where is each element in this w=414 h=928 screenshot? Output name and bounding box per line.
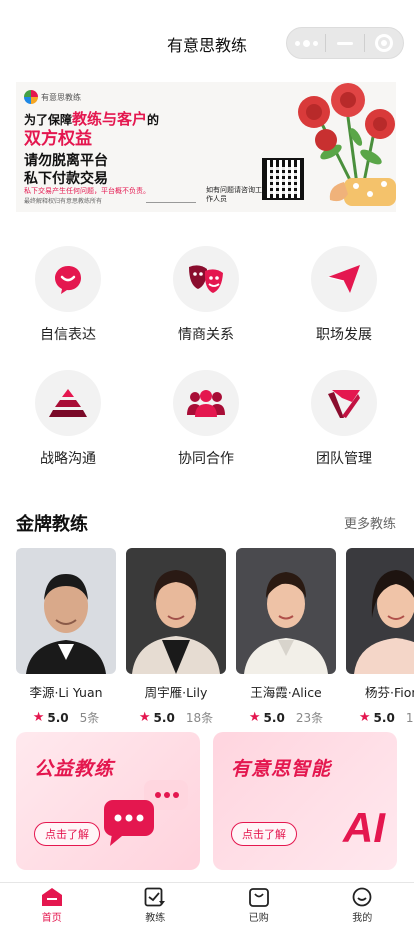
star-icon: ★ <box>138 710 151 724</box>
team-people-icon <box>173 370 239 436</box>
category-item[interactable]: 团队管理 <box>294 370 394 468</box>
close-button[interactable] <box>365 28 403 58</box>
smile-profile-icon <box>352 887 372 907</box>
review-count: 23条 <box>295 711 324 724</box>
category-label: 自信表达 <box>40 327 96 343</box>
review-count: 5条 <box>79 711 100 724</box>
tab-label: 已购 <box>248 913 269 924</box>
category-label: 协同合作 <box>178 451 234 467</box>
promo-title: 有意思智能 <box>231 758 332 780</box>
coach-photo <box>346 548 414 674</box>
coach-rating: ★ 5.0 5条 <box>16 709 116 724</box>
mini-program-capsule <box>286 27 404 59</box>
category-label: 团队管理 <box>316 451 372 467</box>
nav-header: 有意思教练 <box>0 0 414 82</box>
banner-line-2: 双方权益 <box>24 129 92 149</box>
learn-more-button[interactable]: 点击了解 <box>231 822 297 846</box>
coach-rating: ★ 5.0 23条 <box>236 709 336 724</box>
brand-logo: 有意思教练 <box>24 90 81 104</box>
home-icon <box>41 888 62 906</box>
coach-list[interactable]: 李源·Li Yuan ★ 5.0 5条 周宇雁·Lily ★ 5.0 18条 王… <box>16 548 414 724</box>
banner-line-3: 请勿脱离平台 <box>24 153 108 169</box>
paper-plane-icon <box>311 246 377 312</box>
ai-badge: AI <box>343 804 385 851</box>
more-coaches-link[interactable]: 更多教练 <box>344 513 396 532</box>
more-dots-icon <box>294 39 318 47</box>
theater-masks-icon <box>173 246 239 312</box>
coach-photo <box>126 548 226 674</box>
star-icon: ★ <box>358 710 371 724</box>
coach-board-icon <box>144 887 166 907</box>
review-count: 18条 <box>185 711 214 724</box>
bottom-tabbar: 首页 教练 已购 我的 <box>0 882 414 928</box>
coach-photo <box>16 548 116 674</box>
coach-card[interactable]: 杨芬·Fiona ★ 5.0 16条 <box>346 548 414 724</box>
target-close-icon <box>375 34 393 52</box>
banner-disclaimer: 私下交易产生任何问题，平台概不负责。 <box>24 187 150 195</box>
coach-score: 5.0 <box>47 710 69 725</box>
tab-label: 教练 <box>145 913 166 924</box>
coach-score: 5.0 <box>153 710 175 725</box>
more-button[interactable] <box>287 28 325 58</box>
qr-caption: 如有问题请咨询工作人员 <box>206 186 262 203</box>
coach-card[interactable]: 李源·Li Yuan ★ 5.0 5条 <box>16 548 116 724</box>
coach-rating: ★ 5.0 18条 <box>126 709 226 724</box>
tab-home[interactable]: 首页 <box>0 883 104 928</box>
banner-divider <box>146 202 196 203</box>
speech-bubble-icon <box>35 246 101 312</box>
tab-mine[interactable]: 我的 <box>311 883 414 928</box>
brand-logo-text: 有意思教练 <box>41 92 81 102</box>
category-item[interactable]: 职场发展 <box>294 246 394 344</box>
coach-score: 5.0 <box>373 710 395 725</box>
banner-footnote: 最终解释权归有意思教练所有 <box>24 198 103 205</box>
coach-card[interactable]: 周宇雁·Lily ★ 5.0 18条 <box>126 548 226 724</box>
tab-purchased[interactable]: 已购 <box>207 883 311 928</box>
category-item[interactable]: 协同合作 <box>156 370 256 468</box>
category-item[interactable]: 战略沟通 <box>18 370 118 468</box>
minimize-button[interactable] <box>326 28 364 58</box>
chat-bubbles-illustration <box>104 780 188 846</box>
promo-title: 公益教练 <box>34 758 115 780</box>
coach-name: 杨芬·Fiona <box>365 685 414 700</box>
tab-label: 我的 <box>352 913 373 924</box>
coach-score: 5.0 <box>263 710 285 725</box>
tab-label: 首页 <box>41 913 62 924</box>
review-count: 16条 <box>405 711 414 724</box>
section-title: 金牌教练 <box>16 514 88 535</box>
minimize-icon <box>337 41 353 45</box>
promo-card-charity[interactable]: 公益教练 点击了解 <box>16 732 200 870</box>
coach-photo <box>236 548 336 674</box>
star-icon: ★ <box>32 710 45 724</box>
triangle-knot-icon <box>311 370 377 436</box>
tab-coach[interactable]: 教练 <box>104 883 208 928</box>
coach-name: 李源·Li Yuan <box>29 685 103 700</box>
pyramid-icon <box>35 370 101 436</box>
category-label: 职场发展 <box>316 327 372 343</box>
coach-card[interactable]: 王海霞·Alice ★ 5.0 23条 <box>236 548 336 724</box>
coach-rating: ★ 5.0 16条 <box>346 709 414 724</box>
category-item[interactable]: 情商关系 <box>156 246 256 344</box>
category-item[interactable]: 自信表达 <box>18 246 118 344</box>
flower-bouquet-illustration <box>298 83 396 206</box>
coach-name: 周宇雁·Lily <box>144 685 208 700</box>
category-label: 情商关系 <box>178 327 234 343</box>
promo-card-ai[interactable]: AI 有意思智能 点击了解 <box>213 732 397 870</box>
banner-line-4: 私下付款交易 <box>24 171 108 187</box>
category-label: 战略沟通 <box>40 451 96 467</box>
learn-more-button[interactable]: 点击了解 <box>34 822 100 846</box>
brand-logo-icon <box>24 90 38 104</box>
notice-banner[interactable]: 有意思教练 为了保障教练与客户的 双方权益 请勿脱离平台 私下付款交易 私下交易… <box>16 82 396 212</box>
shopping-bag-icon <box>248 888 269 907</box>
coach-name: 王海霞·Alice <box>250 685 322 700</box>
star-icon: ★ <box>248 710 261 724</box>
